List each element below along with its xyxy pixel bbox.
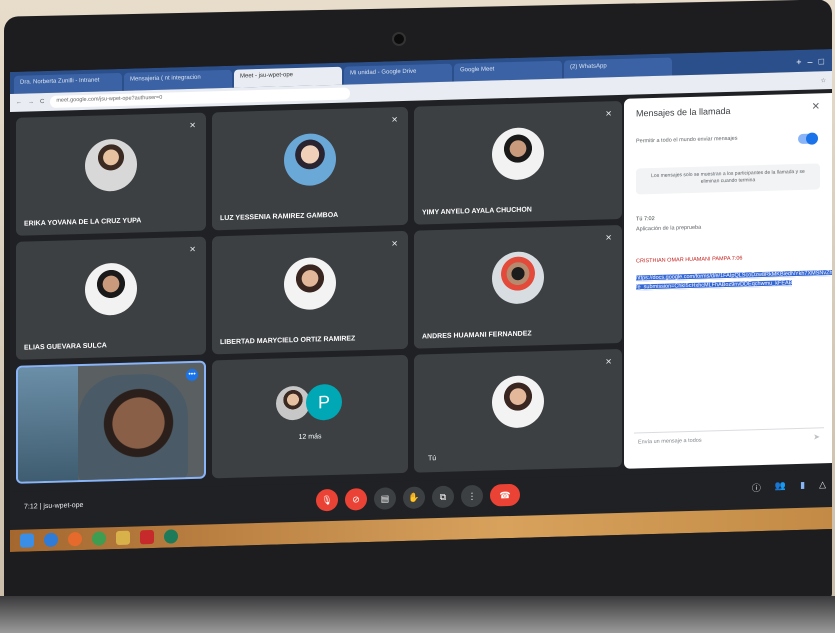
participant-name: LIBERTAD MARYCIELO ORTIZ RAMIREZ — [220, 335, 356, 347]
video-background — [18, 366, 78, 484]
chat-icon[interactable]: ▮ — [800, 480, 805, 493]
allow-messages-label: Permitir a todo el mundo enviar mensajes — [636, 135, 738, 145]
participant-tile[interactable]: ✕ ELIAS GUEVARA SULCA — [16, 236, 206, 360]
meeting-code: jsu-wpet-ope — [43, 501, 84, 511]
chat-notice: Los mensajes solo se muestran a los part… — [636, 163, 820, 195]
more-avatars-group: P — [276, 383, 342, 422]
woman-avatar — [85, 137, 137, 192]
message-text: Aplicación de la prepruebа — [636, 224, 702, 233]
new-tab-icon[interactable]: + — [796, 57, 801, 67]
chat-panel: Mensajes de la llamada ✕ Permitir a todo… — [624, 93, 832, 469]
self-label: Tú — [428, 455, 437, 463]
file-explorer-icon[interactable] — [116, 530, 130, 546]
self-tile[interactable]: ✕ Tú — [414, 348, 622, 473]
chrome-meet-icon[interactable] — [164, 529, 178, 544]
chat-input[interactable]: Envía un mensaje a todos ➤ — [634, 427, 824, 451]
participant-name: ELIAS GUEVARA SULCA — [24, 342, 107, 352]
meeting-time: 7:12 — [24, 503, 38, 511]
woman-avatar — [284, 132, 336, 186]
info-icon[interactable]: ⓘ — [752, 481, 761, 494]
allow-messages-toggle[interactable] — [798, 133, 818, 144]
active-speaker-video[interactable]: ••• — [16, 360, 206, 484]
more-count-label: 12 más — [298, 433, 322, 441]
present-button[interactable]: ⧉ — [432, 485, 454, 509]
message-meta: CRISTHIAN OMAR HUAMANI PAMPA 7:06 — [636, 255, 743, 265]
back-icon[interactable]: ← — [16, 100, 22, 106]
mic-off-icon: ✕ — [189, 244, 196, 254]
laptop-screen: Dra. Norberta Zunilli - Intranet Mensaje… — [10, 49, 832, 552]
participant-mini-avatar — [276, 385, 310, 421]
woman-avatar — [284, 256, 336, 310]
man-avatar — [492, 126, 544, 181]
initial-avatar: P — [306, 383, 342, 421]
minimize-icon[interactable]: – — [808, 57, 813, 67]
mic-off-icon: ✕ — [391, 239, 398, 249]
speaker-video-feed — [78, 373, 188, 484]
close-icon[interactable]: ✕ — [812, 101, 820, 112]
people-icon[interactable]: 👥 — [775, 480, 786, 493]
mic-off-icon: ✕ — [391, 115, 398, 125]
man-masked-avatar — [492, 250, 544, 305]
edge-icon[interactable] — [44, 532, 58, 548]
participant-tile[interactable]: ✕ ERIKA YOVANA DE LA CRUZ YUPA — [16, 112, 206, 236]
laptop-base — [0, 596, 835, 633]
mic-toggle-button[interactable]: 🎙 — [316, 488, 338, 512]
participant-tile[interactable]: ✕ LUZ YESSENIA RAMIREZ GAMBOA — [212, 106, 408, 231]
self-avatar — [492, 374, 544, 429]
form-link[interactable]: https://docs.google.com/forms/d/e/1FAIpQ… — [636, 267, 832, 291]
meeting-time-code: 7:12 | jsu-wpet-ope — [24, 501, 84, 511]
participant-name: ERIKA YOVANA DE LA CRUZ YUPA — [24, 217, 142, 228]
captions-button[interactable]: ▤ — [374, 487, 396, 510]
more-options-icon[interactable]: ••• — [186, 368, 198, 382]
reload-icon[interactable]: C — [40, 99, 44, 105]
windows-start-icon[interactable] — [20, 533, 34, 548]
participant-name: LUZ YESSENIA RAMIREZ GAMBOA — [220, 211, 339, 223]
acrobat-icon[interactable] — [140, 529, 154, 545]
participant-tile[interactable]: ✕ ANDRES HUAMANI FERNANDEZ — [414, 224, 622, 349]
more-options-button[interactable]: ⋮ — [461, 484, 483, 508]
activities-icon[interactable]: △ — [819, 479, 826, 492]
raise-hand-button[interactable]: ✋ — [403, 486, 425, 510]
mic-off-icon: ✕ — [605, 233, 612, 243]
message-link[interactable]: https://docs.google.com/forms/d/e/1FAIpQ… — [636, 267, 832, 292]
participant-grid: ✕ ERIKA YOVANA DE LA CRUZ YUPA ✕ LUZ YES… — [16, 100, 622, 488]
maximize-icon[interactable]: □ — [819, 56, 824, 66]
webcam — [392, 32, 406, 46]
firefox-icon[interactable] — [68, 531, 82, 547]
side-controls: ⓘ 👥 ▮ △ — [752, 479, 826, 494]
mic-off-icon: ✕ — [189, 120, 196, 130]
mic-off-icon: ✕ — [605, 109, 612, 119]
window-controls: + – □ — [796, 51, 832, 72]
participant-name: YIMY ANYELO AYALA CHUCHON — [422, 206, 532, 217]
chat-input-placeholder: Envía un mensaje a todos — [638, 437, 702, 446]
message-meta: Tú 7:02 — [636, 215, 655, 223]
participant-tile[interactable]: ✕ YIMY ANYELO AYALA CHUCHON — [414, 100, 622, 225]
participant-tile[interactable]: ✕ LIBERTAD MARYCIELO ORTIZ RAMIREZ — [212, 230, 408, 355]
forward-icon[interactable]: → — [28, 99, 34, 105]
chat-title: Mensajes de la llamada — [636, 105, 731, 119]
man-avatar — [85, 261, 137, 316]
hang-up-button[interactable]: ☎ — [490, 483, 520, 507]
camera-toggle-button[interactable]: ⊘ — [345, 488, 367, 511]
more-participants-tile[interactable]: P 12 más — [212, 354, 408, 479]
chrome-icon[interactable] — [92, 531, 106, 546]
send-icon[interactable]: ➤ — [813, 432, 820, 441]
participant-name: ANDRES HUAMANI FERNANDEZ — [422, 330, 532, 341]
call-controls: 🎙 ⊘ ▤ ✋ ⧉ ⋮ ☎ — [316, 483, 520, 512]
mic-off-icon: ✕ — [605, 357, 612, 367]
star-icon[interactable]: ☆ — [821, 77, 826, 84]
